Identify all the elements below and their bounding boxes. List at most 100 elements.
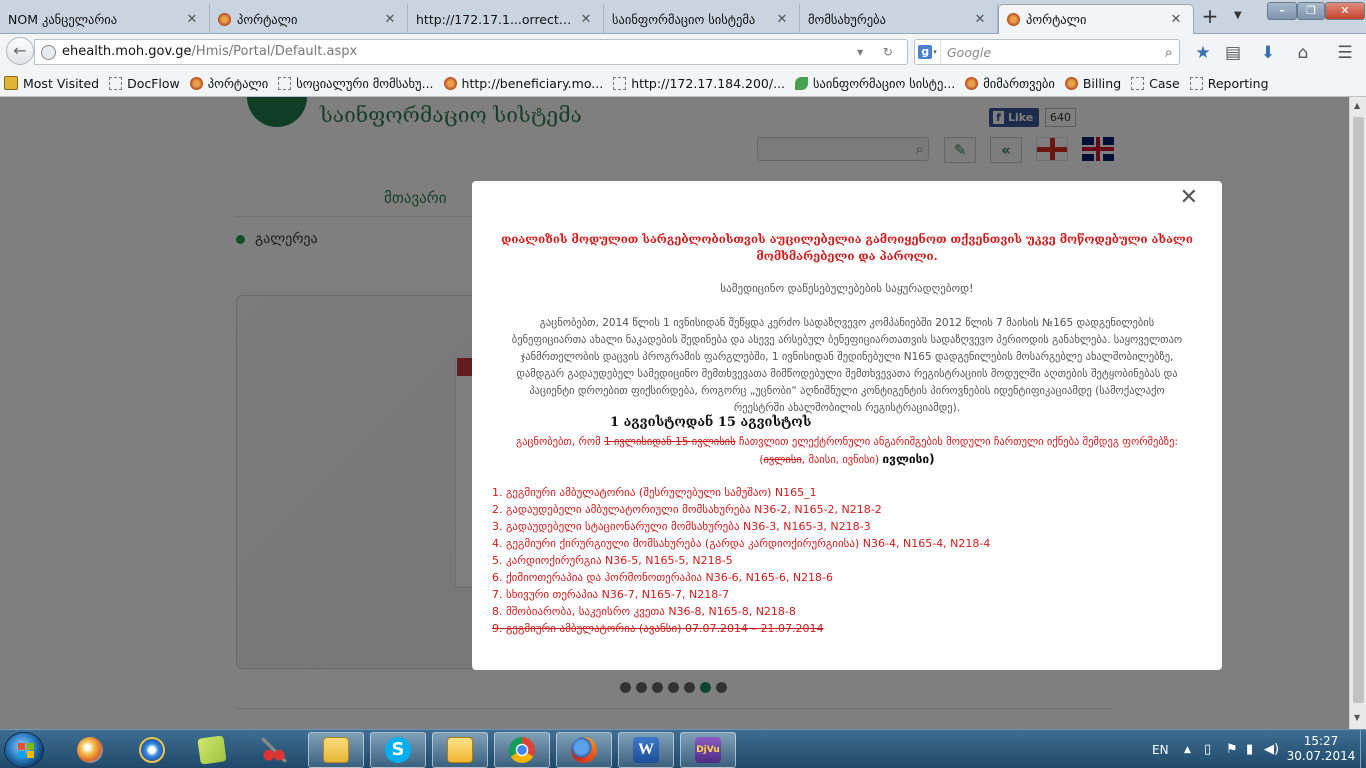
home-icon[interactable]: ⌂: [1292, 43, 1314, 63]
page-icon: [109, 76, 123, 90]
tab-nom[interactable]: NOM კანცელარია ✕: [0, 4, 210, 34]
note-prefix: გაცნობებთ, რომ: [516, 436, 601, 448]
volume-icon[interactable]: ◀): [1264, 730, 1279, 768]
word-icon: W: [633, 737, 659, 763]
list-item: 8. მშობიარობა, საკეისრო კვეთა N36-8, N16…: [492, 605, 796, 618]
close-icon[interactable]: ✕: [973, 12, 987, 27]
taskbar-chrome[interactable]: [494, 732, 550, 768]
url-bar[interactable]: ehealth.moh.gov.ge/Hmis/Portal/Default.a…: [34, 39, 908, 65]
tab-correction[interactable]: http://172.17.1...orrection.aspx ✕: [408, 4, 604, 34]
show-desktop-button[interactable]: [1360, 730, 1366, 768]
star-bookmark-icon: [4, 76, 18, 90]
bookmark-label: Most Visited: [23, 75, 100, 91]
close-icon[interactable]: ✕: [383, 12, 397, 27]
new-tab-button[interactable]: +: [1198, 6, 1222, 28]
scroll-up-icon[interactable]: ▲: [1354, 101, 1360, 110]
taskbar-outlook[interactable]: [432, 732, 488, 768]
djvu-icon: DjVu: [695, 737, 721, 763]
paint-icon: [77, 737, 103, 763]
taskbar-skype[interactable]: S: [370, 732, 426, 768]
maximize-button[interactable]: ❐: [1297, 2, 1325, 20]
window-close-button[interactable]: ✕: [1325, 2, 1365, 20]
bookmark-beneficiary[interactable]: http://beneficiary.mo...: [443, 76, 603, 91]
bookmark-reporting[interactable]: Reporting: [1189, 76, 1269, 91]
close-icon[interactable]: ✕: [775, 12, 789, 27]
language-indicator[interactable]: EN: [1152, 730, 1169, 768]
taskbar-word[interactable]: W: [618, 732, 674, 768]
taskbar-sticky-notes[interactable]: [184, 732, 240, 768]
device-icon[interactable]: ▯: [1204, 730, 1211, 768]
tray-expand-icon[interactable]: ▲: [1184, 730, 1191, 768]
form-list: 1. გეგმიური ამბულატორია (შესრულებული სამ…: [492, 484, 990, 637]
tab-label: საინფორმაციო სისტემა: [612, 11, 756, 27]
taskbar-snipping[interactable]: [246, 732, 302, 768]
close-icon[interactable]: ✕: [1180, 187, 1198, 209]
minimize-button[interactable]: –: [1267, 2, 1297, 20]
note-tail: , მაისი, ივნისი): [801, 454, 880, 466]
bookmark-social-service[interactable]: სოციალური მომსახუ...: [278, 75, 434, 91]
page-scrollbar[interactable]: ▲ ▼: [1349, 97, 1366, 729]
reload-icon[interactable]: ▾ ↻: [857, 40, 901, 64]
bookmark-label: http://172.17.184.200/...: [631, 75, 786, 91]
search-bar[interactable]: g ▾ Google ⌕: [914, 39, 1180, 65]
announcement-modal: ✕ დიალიზის მოდულით სარგებლობისთვის აუცილ…: [472, 181, 1222, 670]
list-item-struck: 9. გეგმიური ამბულატორია (ავანსი) 07.07.2…: [492, 622, 824, 635]
bookmark-star-icon[interactable]: ★: [1192, 43, 1214, 63]
seal-icon: [218, 12, 231, 26]
page-icon: [613, 76, 627, 90]
browser-tab-bar: NOM კანცელარია ✕ პორტალი ✕ http://172.17…: [0, 0, 1366, 34]
bookmark-most-visited[interactable]: Most Visited: [4, 76, 99, 91]
modal-date-range: 1 აგვისტოდან 15 აგვისტოს: [610, 415, 812, 430]
page-icon: [1189, 76, 1203, 90]
close-icon[interactable]: ✕: [1169, 12, 1183, 27]
tab-service[interactable]: მომსახურება ✕: [800, 4, 998, 34]
bookmark-case[interactable]: Case: [1131, 76, 1180, 91]
search-engine-icon[interactable]: g ▾: [915, 40, 941, 64]
tab-label: მომსახურება: [808, 11, 886, 27]
tab-label: NOM კანცელარია: [8, 11, 118, 27]
bookmark-ip-host[interactable]: http://172.17.184.200/...: [613, 76, 785, 91]
note-struck: 1 ივლისიდან 15 ივლისის: [603, 436, 736, 448]
taskbar-firefox[interactable]: [556, 732, 612, 768]
search-icon[interactable]: ⌕: [1165, 43, 1173, 61]
bookmark-label: საინფორმაციო სისტე...: [813, 75, 956, 91]
search-input[interactable]: Google: [947, 45, 991, 60]
taskbar-djvu[interactable]: DjVu: [680, 732, 736, 768]
url-path: /Hmis/Portal/Default.aspx: [191, 44, 358, 59]
url-host: ehealth.moh.gov.ge: [62, 44, 192, 59]
page-icon: [1131, 76, 1145, 90]
scroll-down-icon[interactable]: ▼: [1354, 713, 1360, 722]
tab-label: http://172.17.1...orrection.aspx: [416, 11, 573, 27]
tab-portal-active[interactable]: პორტალი ✕: [998, 4, 1194, 34]
close-icon[interactable]: ✕: [579, 12, 593, 27]
bookmark-docflow[interactable]: DocFlow: [109, 76, 180, 91]
bookmark-label: DocFlow: [127, 75, 180, 91]
seal-icon: [189, 76, 203, 90]
tab-portal-1[interactable]: პორტალი ✕: [210, 4, 408, 34]
bookmark-label: სოციალური მომსახუ...: [296, 75, 434, 91]
taskbar-explorer[interactable]: [308, 732, 364, 768]
bookmark-billing[interactable]: Billing: [1064, 76, 1121, 91]
taskbar-paint[interactable]: [62, 732, 118, 768]
menu-icon[interactable]: ☰: [1334, 43, 1356, 63]
modal-greeting: სამედიცინო დაწესებულებების საყურადღებოდ!: [720, 282, 974, 295]
back-button[interactable]: ←: [6, 37, 34, 65]
tab-info-system[interactable]: საინფორმაციო სისტემა ✕: [604, 4, 800, 34]
flag-icon[interactable]: ⚑: [1226, 730, 1238, 768]
scrollbar-thumb[interactable]: [1353, 117, 1364, 703]
bookmark-referrals[interactable]: მიმართვები: [965, 76, 1055, 91]
bookmarks-list-icon[interactable]: ▤: [1222, 43, 1244, 63]
bookmark-portal[interactable]: პორტალი: [189, 76, 268, 91]
clock[interactable]: 15:27 30.07.2014: [1284, 734, 1358, 764]
clock-time: 15:27: [1303, 734, 1339, 748]
globe-icon: [41, 44, 56, 60]
tab-label: პორტალი: [1026, 12, 1087, 27]
start-button[interactable]: [4, 732, 44, 768]
taskbar-ie[interactable]: [124, 732, 180, 768]
network-icon[interactable]: ▮: [1246, 730, 1253, 768]
chevron-down-icon[interactable]: ▼: [1234, 10, 1242, 21]
download-icon[interactable]: ⬇: [1257, 43, 1279, 63]
browser-navbar: ← ehealth.moh.gov.ge/Hmis/Portal/Default…: [0, 34, 1366, 70]
close-icon[interactable]: ✕: [185, 12, 199, 27]
bookmark-info-system[interactable]: საინფორმაციო სისტე...: [795, 76, 955, 91]
